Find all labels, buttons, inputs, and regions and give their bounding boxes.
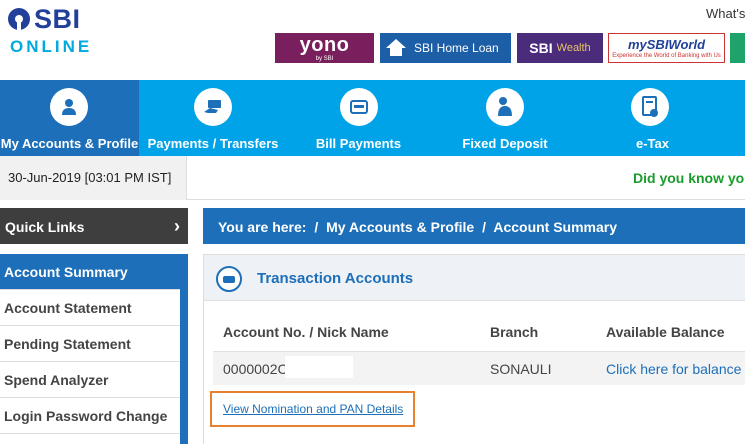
sidebar-item-spend-analyzer[interactable]: Spend Analyzer xyxy=(0,362,180,398)
column-header-account: Account No. / Nick Name xyxy=(223,324,389,340)
sidebar-item-pending-statement[interactable]: Pending Statement xyxy=(0,326,180,362)
panel-header: Transaction Accounts xyxy=(204,255,745,301)
check-balance-link[interactable]: Click here for balance xyxy=(606,361,741,377)
did-you-know-ticker[interactable]: Did you know you xyxy=(633,170,745,186)
sbi-wealth-banner[interactable]: SBI Wealth xyxy=(517,33,603,63)
quick-links-label: Quick Links xyxy=(5,219,85,235)
quick-links-header[interactable]: Quick Links › xyxy=(0,208,188,244)
sbi-world-banner[interactable]: mySBIWorld Experience the World of Banki… xyxy=(608,33,725,63)
login-datetime: 30-Jun-2019 [03:01 PM IST] xyxy=(0,156,187,200)
breadcrumb: You are here: / My Accounts & Profile / … xyxy=(203,208,745,244)
section-title: Transaction Accounts xyxy=(257,270,414,287)
world-sub-label: Experience the World of Banking with Us xyxy=(612,52,721,59)
extra-banner[interactable] xyxy=(730,33,745,63)
sidebar-item-account-statement[interactable]: Account Statement xyxy=(0,290,180,326)
breadcrumb-my-accounts[interactable]: My Accounts & Profile xyxy=(326,219,474,235)
sbi-online-logo[interactable]: SBI ONLINE xyxy=(8,4,108,62)
home-loan-label: SBI Home Loan xyxy=(414,41,499,55)
info-bar: 30-Jun-2019 [03:01 PM IST] Did you know … xyxy=(0,156,745,200)
bill-icon xyxy=(340,88,378,126)
logo-online-text: ONLINE xyxy=(10,37,93,56)
money-hand-icon xyxy=(194,88,232,126)
column-header-branch: Branch xyxy=(490,324,539,340)
house-icon xyxy=(386,39,406,57)
column-header-balance: Available Balance xyxy=(606,324,725,340)
sidebar-scrollbar[interactable] xyxy=(180,254,188,444)
nav-fixed-deposit[interactable]: Fixed Deposit xyxy=(430,80,580,156)
nav-label: Bill Payments xyxy=(315,136,402,151)
breadcrumb-account-summary: Account Summary xyxy=(493,219,618,235)
sidebar-item-account-summary[interactable]: Account Summary xyxy=(0,254,180,290)
nav-bill-payments[interactable]: Bill Payments xyxy=(287,80,430,156)
nav-label: e-Tax xyxy=(636,136,669,151)
chevron-right-icon: › xyxy=(174,216,180,236)
view-nomination-pan-link[interactable]: View Nomination and PAN Details xyxy=(223,402,403,416)
money-bag-icon xyxy=(486,88,524,126)
tax-document-icon xyxy=(631,88,669,126)
breadcrumb-prefix: You are here: xyxy=(218,219,307,235)
world-label: mySBIWorld xyxy=(627,36,706,52)
branch-name: SONAULI xyxy=(490,361,552,377)
sbi-logo-icon xyxy=(8,8,30,30)
nav-my-accounts[interactable]: My Accounts & Profile xyxy=(0,80,139,156)
breadcrumb-separator: / xyxy=(482,219,486,235)
redaction-mask xyxy=(285,356,353,378)
breadcrumb-separator: / xyxy=(314,219,319,235)
money-transfer-icon xyxy=(216,266,242,292)
site-header: SBI ONLINE What's yono by SBI SBI Home L… xyxy=(0,0,745,80)
account-number: 0000002C xyxy=(223,361,288,377)
sidebar-item-login-password-change[interactable]: Login Password Change xyxy=(0,398,180,434)
nav-etax[interactable]: e-Tax xyxy=(580,80,725,156)
yono-banner[interactable]: yono by SBI xyxy=(275,33,374,63)
home-loan-banner[interactable]: SBI Home Loan xyxy=(380,33,511,63)
sidebar-menu: Account Summary Account Statement Pendin… xyxy=(0,254,180,434)
nav-label: Payments / Transfers xyxy=(147,136,279,151)
main-nav: My Accounts & Profile Payments / Transfe… xyxy=(0,80,745,156)
nav-payments[interactable]: Payments / Transfers xyxy=(139,80,287,156)
whats-new-link[interactable]: What's xyxy=(706,6,745,21)
yono-sub-label: by SBI xyxy=(315,55,334,62)
wealth-label: Wealth xyxy=(556,42,591,54)
wealth-sbi-label: SBI xyxy=(529,40,553,56)
logo-sbi-text: SBI xyxy=(34,4,81,34)
nav-label: Fixed Deposit xyxy=(462,136,548,151)
user-icon xyxy=(50,88,88,126)
nav-label: My Accounts & Profile xyxy=(0,136,139,151)
yono-label: yono xyxy=(299,33,350,56)
